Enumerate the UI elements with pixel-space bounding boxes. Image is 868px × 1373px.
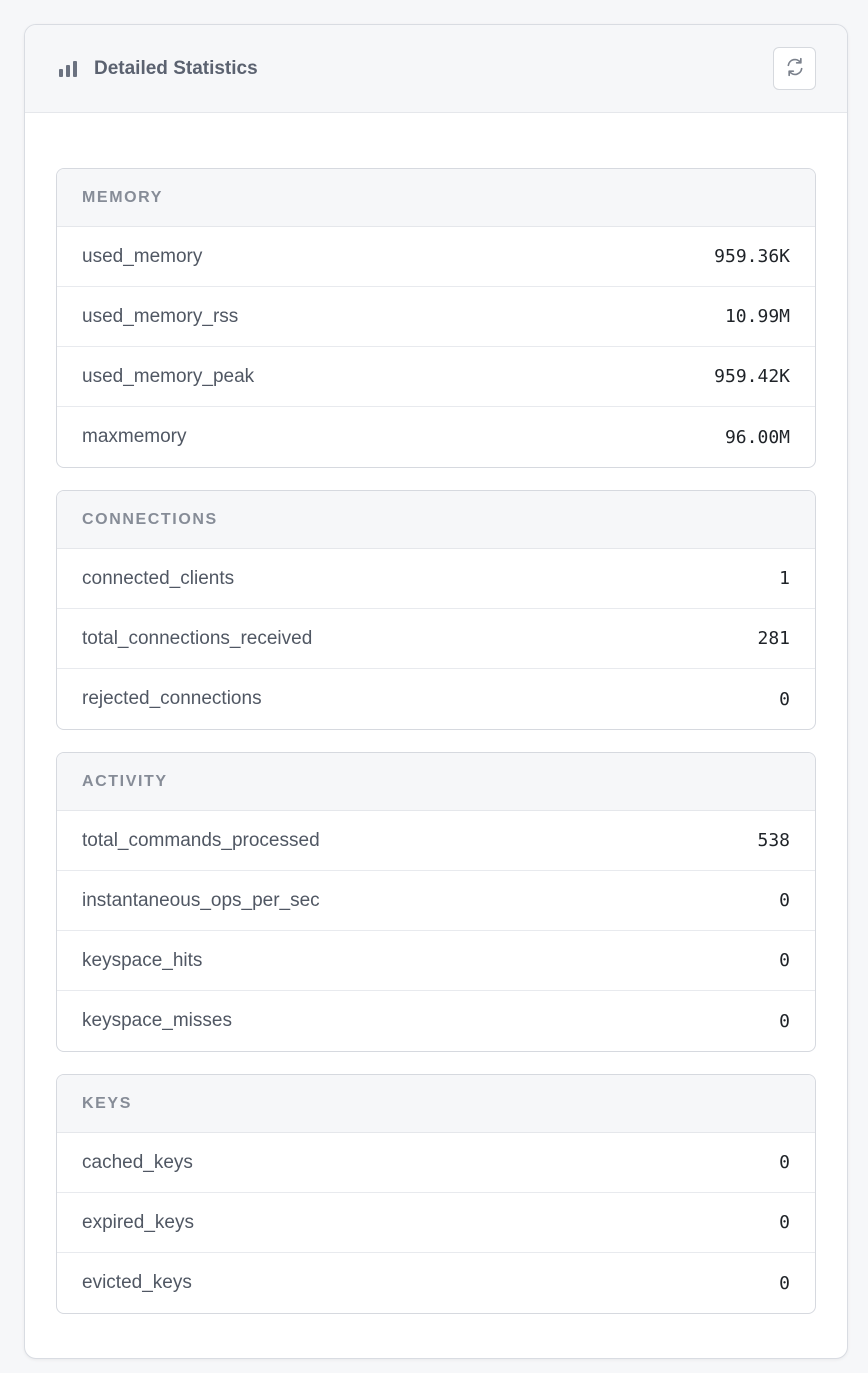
stat-label: maxmemory (82, 426, 187, 447)
stat-value: 0 (779, 1010, 790, 1032)
stat-label: connected_clients (82, 567, 235, 589)
stat-value: 1 (779, 568, 790, 589)
stat-value: 0 (779, 1212, 790, 1233)
statistics-card: Detailed Statistics MEMORY used_memory 9… (24, 24, 848, 1359)
stat-label: total_commands_processed (82, 829, 320, 851)
stat-row: connected_clients 1 (57, 549, 815, 609)
stat-value: 0 (779, 1152, 790, 1173)
stat-label: total_connections_received (82, 627, 313, 649)
stat-value: 96.00M (724, 426, 790, 448)
stat-label: used_memory_rss (82, 305, 239, 327)
section-title: CONNECTIONS (57, 491, 815, 549)
section-activity: ACTIVITY total_commands_processed 538 in… (56, 752, 816, 1052)
stat-value: 0 (779, 1272, 790, 1294)
bar-chart-icon (58, 60, 80, 78)
stat-row: evicted_keys 0 (57, 1253, 815, 1313)
stat-label: instantaneous_ops_per_sec (82, 889, 320, 911)
stat-row: rejected_connections 0 (57, 669, 815, 729)
stat-label: keyspace_hits (82, 949, 203, 971)
section-title: KEYS (57, 1075, 815, 1133)
card-header: Detailed Statistics (25, 25, 847, 113)
stat-label: evicted_keys (82, 1272, 192, 1293)
stat-row: instantaneous_ops_per_sec 0 (57, 871, 815, 931)
section-title: ACTIVITY (57, 753, 815, 811)
stat-value: 10.99M (724, 306, 790, 327)
card-body: MEMORY used_memory 959.36K used_memory_r… (25, 113, 847, 1314)
section-connections: CONNECTIONS connected_clients 1 total_co… (56, 490, 816, 730)
stat-value: 0 (779, 950, 790, 971)
stat-label: expired_keys (82, 1211, 194, 1233)
stat-row: used_memory_peak 959.42K (57, 347, 815, 407)
stat-label: keyspace_misses (82, 1010, 232, 1031)
section-memory: MEMORY used_memory 959.36K used_memory_r… (56, 168, 816, 468)
stat-label: used_memory (82, 245, 203, 267)
refresh-button[interactable] (773, 47, 816, 90)
stat-row: cached_keys 0 (57, 1133, 815, 1193)
stat-value: 0 (779, 688, 790, 710)
stat-value: 0 (779, 890, 790, 911)
stat-row: keyspace_hits 0 (57, 931, 815, 991)
stat-row: used_memory 959.36K (57, 227, 815, 287)
section-title: MEMORY (57, 169, 815, 227)
stat-value: 538 (757, 830, 790, 851)
stat-row: expired_keys 0 (57, 1193, 815, 1253)
stat-label: rejected_connections (82, 688, 262, 709)
section-keys: KEYS cached_keys 0 expired_keys 0 evicte… (56, 1074, 816, 1314)
page-title: Detailed Statistics (94, 57, 258, 79)
stat-row: used_memory_rss 10.99M (57, 287, 815, 347)
stat-row: keyspace_misses 0 (57, 991, 815, 1051)
stat-value: 281 (757, 628, 790, 649)
stat-label: cached_keys (82, 1151, 193, 1173)
refresh-icon (785, 57, 805, 80)
stat-row: total_connections_received 281 (57, 609, 815, 669)
stat-row: maxmemory 96.00M (57, 407, 815, 467)
stat-value: 959.36K (714, 246, 790, 267)
stat-row: total_commands_processed 538 (57, 811, 815, 871)
stat-label: used_memory_peak (82, 365, 255, 387)
stat-value: 959.42K (714, 366, 790, 387)
